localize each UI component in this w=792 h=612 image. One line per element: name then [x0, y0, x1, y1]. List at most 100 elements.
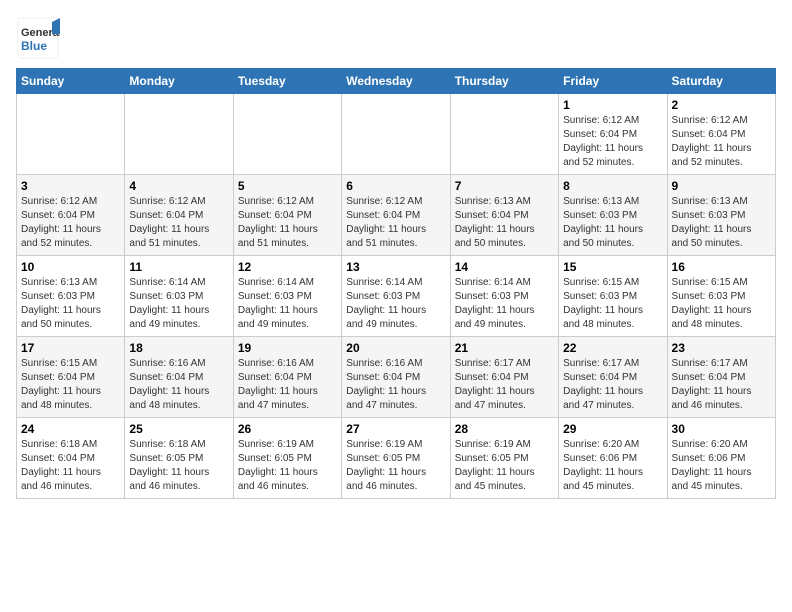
calendar-day-cell: 28Sunrise: 6:19 AM Sunset: 6:05 PM Dayli… — [450, 418, 558, 499]
day-number: 26 — [238, 422, 337, 436]
calendar-day-cell: 19 Sunrise: 6:16 AM Sunset: 6:04 PM Dayli… — [233, 337, 341, 418]
calendar-day-cell: 20 Sunrise: 6:16 AM Sunset: 6:04 PM Dayli… — [342, 337, 450, 418]
day-number: 16 — [672, 260, 771, 274]
day-number: 5 — [238, 179, 337, 193]
calendar-day-cell: 21 Sunrise: 6:17 AM Sunset: 6:04 PM Dayli… — [450, 337, 558, 418]
calendar-day-cell: 10 Sunrise: 6:13 AM Sunset: 6:03 PM Dayli… — [17, 256, 125, 337]
calendar-day-cell: 12Sunrise: 6:14 AM Sunset: 6:03 PM Dayli… — [233, 256, 341, 337]
calendar-day-cell: 2 Sunrise: 6:12 AM Sunset: 6:04 PM Daylig… — [667, 94, 775, 175]
day-info: Sunrise: 6:17 AM Sunset: 6:04 PM Dayligh… — [455, 357, 554, 413]
day-info: Sunrise: 6:16 AM Sunset: 6:04 PM Dayligh… — [129, 357, 228, 413]
calendar-day-cell: 6Sunrise: 6:12 AM Sunset: 6:04 PM Daylig… — [342, 175, 450, 256]
day-info: Sunrise: 6:16 AM Sunset: 6:04 PM Dayligh… — [346, 357, 445, 413]
day-info: Sunrise: 6:14 AM Sunset: 6:03 PM Dayligh… — [129, 276, 228, 332]
calendar-day-cell: 16Sunrise: 6:15 AM Sunset: 6:03 PM Dayli… — [667, 256, 775, 337]
svg-text:Blue: Blue — [21, 39, 47, 53]
day-info: Sunrise: 6:14 AM Sunset: 6:03 PM Dayligh… — [346, 276, 445, 332]
day-info: Sunrise: 6:12 AM Sunset: 6:04 PM Dayligh… — [21, 195, 120, 251]
day-info: Sunrise: 6:18 AM Sunset: 6:05 PM Dayligh… — [129, 438, 228, 494]
calendar-day-cell: 18 Sunrise: 6:16 AM Sunset: 6:04 PM Dayli… — [125, 337, 233, 418]
day-number: 30 — [672, 422, 771, 436]
calendar-day-cell: 7Sunrise: 6:13 AM Sunset: 6:04 PM Daylig… — [450, 175, 558, 256]
calendar-week-row: 10 Sunrise: 6:13 AM Sunset: 6:03 PM Dayli… — [17, 256, 776, 337]
calendar-day-cell: 30Sunrise: 6:20 AM Sunset: 6:06 PM Dayli… — [667, 418, 775, 499]
day-number: 19 — [238, 341, 337, 355]
calendar-body: 1 Sunrise: 6:12 AM Sunset: 6:04 PM Daylig… — [17, 94, 776, 499]
calendar-week-row: 17 Sunrise: 6:15 AM Sunset: 6:04 PM Dayli… — [17, 337, 776, 418]
calendar-day-cell: 27 Sunrise: 6:19 AM Sunset: 6:05 PM Dayli… — [342, 418, 450, 499]
day-number: 27 — [346, 422, 445, 436]
day-number: 6 — [346, 179, 445, 193]
day-number: 9 — [672, 179, 771, 193]
day-info: Sunrise: 6:19 AM Sunset: 6:05 PM Dayligh… — [346, 438, 445, 494]
day-info: Sunrise: 6:19 AM Sunset: 6:05 PM Dayligh… — [238, 438, 337, 494]
day-info: Sunrise: 6:12 AM Sunset: 6:04 PM Dayligh… — [672, 114, 771, 170]
day-number: 13 — [346, 260, 445, 274]
calendar-day-cell: 4Sunrise: 6:12 AM Sunset: 6:04 PM Daylig… — [125, 175, 233, 256]
day-number: 11 — [129, 260, 228, 274]
day-number: 20 — [346, 341, 445, 355]
day-info: Sunrise: 6:14 AM Sunset: 6:03 PM Dayligh… — [238, 276, 337, 332]
day-of-week-header: Saturday — [667, 69, 775, 94]
calendar-day-cell: 29 Sunrise: 6:20 AM Sunset: 6:06 PM Dayli… — [559, 418, 667, 499]
calendar-week-row: 3 Sunrise: 6:12 AM Sunset: 6:04 PM Daylig… — [17, 175, 776, 256]
calendar-day-cell: 17 Sunrise: 6:15 AM Sunset: 6:04 PM Dayli… — [17, 337, 125, 418]
calendar-day-cell: 23 Sunrise: 6:17 AM Sunset: 6:04 PM Dayli… — [667, 337, 775, 418]
logo: General Blue — [16, 16, 60, 60]
day-info: Sunrise: 6:17 AM Sunset: 6:04 PM Dayligh… — [563, 357, 662, 413]
day-info: Sunrise: 6:13 AM Sunset: 6:03 PM Dayligh… — [21, 276, 120, 332]
day-number: 3 — [21, 179, 120, 193]
day-number: 23 — [672, 341, 771, 355]
day-info: Sunrise: 6:20 AM Sunset: 6:06 PM Dayligh… — [563, 438, 662, 494]
day-info: Sunrise: 6:13 AM Sunset: 6:03 PM Dayligh… — [563, 195, 662, 251]
calendar-day-cell — [17, 94, 125, 175]
calendar-day-cell: 9 Sunrise: 6:13 AM Sunset: 6:03 PM Daylig… — [667, 175, 775, 256]
day-number: 14 — [455, 260, 554, 274]
day-info: Sunrise: 6:12 AM Sunset: 6:04 PM Dayligh… — [238, 195, 337, 251]
calendar-day-cell: 25Sunrise: 6:18 AM Sunset: 6:05 PM Dayli… — [125, 418, 233, 499]
day-of-week-header: Sunday — [17, 69, 125, 94]
day-info: Sunrise: 6:15 AM Sunset: 6:04 PM Dayligh… — [21, 357, 120, 413]
day-of-week-header: Thursday — [450, 69, 558, 94]
calendar-day-cell — [125, 94, 233, 175]
calendar-day-cell: 15 Sunrise: 6:15 AM Sunset: 6:03 PM Dayli… — [559, 256, 667, 337]
day-number: 2 — [672, 98, 771, 112]
day-of-week-header: Tuesday — [233, 69, 341, 94]
calendar-day-cell: 1Sunrise: 6:12 AM Sunset: 6:04 PM Daylig… — [559, 94, 667, 175]
day-info: Sunrise: 6:15 AM Sunset: 6:03 PM Dayligh… — [563, 276, 662, 332]
day-of-week-header: Friday — [559, 69, 667, 94]
calendar-header-row: SundayMondayTuesdayWednesdayThursdayFrid… — [17, 69, 776, 94]
logo-container: General Blue — [16, 16, 60, 60]
day-number: 22 — [563, 341, 662, 355]
day-info: Sunrise: 6:17 AM Sunset: 6:04 PM Dayligh… — [672, 357, 771, 413]
day-info: Sunrise: 6:18 AM Sunset: 6:04 PM Dayligh… — [21, 438, 120, 494]
calendar-day-cell: 13 Sunrise: 6:14 AM Sunset: 6:03 PM Dayli… — [342, 256, 450, 337]
day-info: Sunrise: 6:16 AM Sunset: 6:04 PM Dayligh… — [238, 357, 337, 413]
day-number: 29 — [563, 422, 662, 436]
calendar-day-cell — [342, 94, 450, 175]
day-of-week-header: Monday — [125, 69, 233, 94]
calendar-week-row: 24Sunrise: 6:18 AM Sunset: 6:04 PM Dayli… — [17, 418, 776, 499]
day-number: 1 — [563, 98, 662, 112]
day-number: 7 — [455, 179, 554, 193]
calendar-day-cell: 22 Sunrise: 6:17 AM Sunset: 6:04 PM Dayli… — [559, 337, 667, 418]
day-number: 10 — [21, 260, 120, 274]
calendar-day-cell: 3 Sunrise: 6:12 AM Sunset: 6:04 PM Daylig… — [17, 175, 125, 256]
day-of-week-header: Wednesday — [342, 69, 450, 94]
day-number: 8 — [563, 179, 662, 193]
calendar-week-row: 1 Sunrise: 6:12 AM Sunset: 6:04 PM Daylig… — [17, 94, 776, 175]
day-number: 21 — [455, 341, 554, 355]
day-info: Sunrise: 6:13 AM Sunset: 6:03 PM Dayligh… — [672, 195, 771, 251]
calendar-day-cell: 5 Sunrise: 6:12 AM Sunset: 6:04 PM Daylig… — [233, 175, 341, 256]
calendar-day-cell — [450, 94, 558, 175]
day-number: 18 — [129, 341, 228, 355]
day-number: 28 — [455, 422, 554, 436]
day-info: Sunrise: 6:12 AM Sunset: 6:04 PM Dayligh… — [129, 195, 228, 251]
calendar-day-cell: 26 Sunrise: 6:19 AM Sunset: 6:05 PM Dayli… — [233, 418, 341, 499]
day-number: 15 — [563, 260, 662, 274]
calendar-day-cell: 11 Sunrise: 6:14 AM Sunset: 6:03 PM Dayli… — [125, 256, 233, 337]
calendar-day-cell: 8 Sunrise: 6:13 AM Sunset: 6:03 PM Daylig… — [559, 175, 667, 256]
logo-svg: General Blue — [16, 16, 60, 60]
page-header: General Blue — [16, 16, 776, 60]
day-number: 17 — [21, 341, 120, 355]
